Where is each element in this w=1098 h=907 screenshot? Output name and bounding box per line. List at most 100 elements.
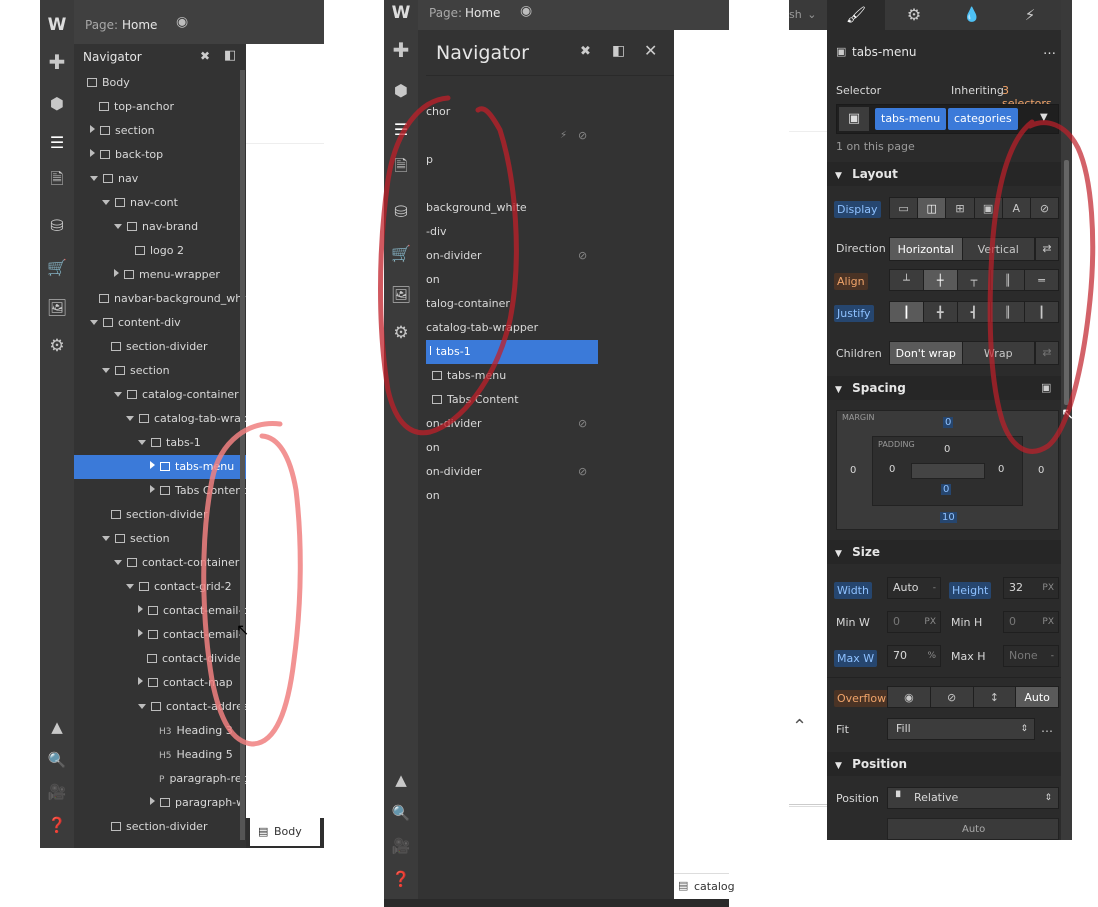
layout-section-header[interactable]: ▼ Layout bbox=[827, 162, 1061, 186]
max-h-unit[interactable]: - bbox=[1051, 646, 1054, 666]
navigator-tree-item[interactable]: tabs-menu bbox=[426, 364, 674, 388]
navigator-tree-item[interactable]: ⚡ ⊘ bbox=[426, 124, 674, 148]
min-h-unit[interactable]: PX bbox=[1042, 612, 1054, 632]
expanded-caret-icon[interactable] bbox=[90, 320, 98, 325]
selector-chip-tabs-menu[interactable]: tabs-menu bbox=[875, 108, 947, 130]
navigator-tree-item[interactable]: contact-email-l bbox=[74, 623, 246, 647]
add-icon[interactable]: ✚ bbox=[389, 38, 413, 62]
preview-eye-icon[interactable]: ◉ bbox=[176, 14, 188, 30]
navigator-tree-item[interactable]: tabs-menu bbox=[74, 455, 246, 479]
display-none-icon[interactable]: ⊘ bbox=[1031, 198, 1058, 218]
align-start-icon[interactable]: ┴ bbox=[890, 270, 924, 290]
cms-icon[interactable]: ⛁ bbox=[389, 199, 413, 223]
justify-space-around-icon[interactable]: ┃ bbox=[1025, 302, 1058, 322]
navigator-tree-item[interactable]: Pparagraph-reg bbox=[74, 767, 246, 791]
more-options-icon[interactable]: … bbox=[1043, 43, 1056, 58]
navigator-tree-item[interactable]: nav-cont bbox=[74, 191, 246, 215]
navigator-tree-item[interactable]: section bbox=[74, 359, 246, 383]
expanded-caret-icon[interactable] bbox=[126, 416, 134, 421]
preview-eye-icon[interactable]: ◉ bbox=[520, 3, 532, 19]
breadcrumb-label[interactable]: catalog bbox=[694, 880, 735, 893]
tab-interactions[interactable]: 💧 bbox=[943, 0, 1001, 30]
navigator-tree-item[interactable]: H5 Heading 5 bbox=[74, 743, 246, 767]
navigator-tree-item[interactable]: Body bbox=[74, 71, 246, 95]
align-stretch-icon[interactable]: ║ bbox=[991, 270, 1026, 290]
tab-lightning[interactable]: ⚡ bbox=[1001, 0, 1059, 30]
settings-icon[interactable]: ⚙ bbox=[45, 334, 69, 358]
align-baseline-icon[interactable]: ═ bbox=[1025, 270, 1058, 290]
align-end-icon[interactable]: ┬ bbox=[958, 270, 992, 290]
display-grid-icon[interactable]: ⊞ bbox=[946, 198, 975, 218]
expanded-caret-icon[interactable] bbox=[102, 536, 110, 541]
expanded-caret-icon[interactable] bbox=[138, 704, 146, 709]
navigator-tree-item[interactable]: tabs-1 bbox=[74, 431, 246, 455]
navigator-tree-item[interactable]: navbar-background_white bbox=[74, 287, 246, 311]
navigator-tree-item[interactable]: nav bbox=[74, 167, 246, 191]
pages-icon[interactable]: 🗎 bbox=[389, 156, 413, 180]
collapsed-caret-icon[interactable] bbox=[150, 461, 155, 469]
hidden-eye-icon[interactable]: ⊘ bbox=[578, 124, 587, 148]
selector-chip-categories[interactable]: categories bbox=[948, 108, 1018, 130]
navigator-tree-item[interactable]: contact-container bbox=[74, 551, 246, 575]
navigator-tree-item[interactable]: -div bbox=[426, 220, 674, 244]
expanded-caret-icon[interactable] bbox=[102, 200, 110, 205]
direction-vertical[interactable]: Vertical bbox=[963, 238, 1035, 260]
navigator-tree-item[interactable]: back-top bbox=[74, 143, 246, 167]
publish-fragment[interactable]: sh ⌄ bbox=[789, 0, 827, 30]
padding-right-value[interactable]: 0 bbox=[998, 464, 1004, 475]
collapsed-caret-icon[interactable] bbox=[114, 269, 119, 277]
page-name[interactable]: Home bbox=[122, 18, 157, 32]
selector-field[interactable]: ▣ tabs-menu categories ▼ bbox=[836, 104, 1059, 134]
dont-wrap-option[interactable]: Don't wrap bbox=[890, 342, 963, 364]
style-panel-scroll-thumb[interactable] bbox=[1064, 160, 1069, 405]
navigator-tree-item[interactable]: section bbox=[74, 119, 246, 143]
width-unit[interactable]: - bbox=[933, 578, 936, 598]
collapsed-caret-icon[interactable] bbox=[90, 149, 95, 157]
add-icon[interactable]: ✚ bbox=[45, 50, 69, 74]
navigator-tree-item[interactable]: contact-map bbox=[74, 671, 246, 695]
expanded-caret-icon[interactable] bbox=[138, 440, 146, 445]
lightning-icon[interactable]: ⚡ bbox=[560, 124, 567, 148]
navigator-tree-item[interactable]: Tabs Content bbox=[74, 479, 246, 503]
min-w-unit[interactable]: PX bbox=[924, 612, 936, 632]
reverse-wrap-icon[interactable]: ⇄ bbox=[1035, 341, 1059, 365]
navigator-tree-item[interactable]: contact-grid-2 bbox=[74, 575, 246, 599]
navigator-tree-item[interactable]: on-divider ⊘ bbox=[426, 412, 674, 436]
hidden-eye-icon[interactable]: ⊘ bbox=[578, 460, 587, 484]
height-unit[interactable]: PX bbox=[1042, 578, 1054, 598]
max-h-input[interactable]: None - bbox=[1003, 645, 1059, 667]
reverse-direction-icon[interactable]: ⇄ bbox=[1035, 237, 1059, 261]
navigator-icon[interactable]: ☰ bbox=[45, 130, 69, 154]
expanded-caret-icon[interactable] bbox=[102, 368, 110, 373]
collapsed-caret-icon[interactable] bbox=[90, 125, 95, 133]
navigator-tree-item[interactable]: logo 2 bbox=[74, 239, 246, 263]
navigator-tree-item[interactable] bbox=[426, 172, 674, 196]
video-tutorials-icon[interactable]: 🎥 bbox=[389, 834, 413, 858]
justify-end-icon[interactable]: ┫ bbox=[958, 302, 992, 322]
assets-icon[interactable]: 🖼 bbox=[45, 295, 69, 319]
justify-center-icon[interactable]: ╋ bbox=[924, 302, 958, 322]
selector-icon[interactable]: ▣ bbox=[839, 107, 869, 131]
collapsed-caret-icon[interactable] bbox=[138, 677, 143, 685]
close-icon[interactable]: ✕ bbox=[644, 41, 657, 60]
audit-icon[interactable]: ▲ bbox=[389, 768, 413, 792]
max-w-input[interactable]: 70 % bbox=[887, 645, 941, 667]
collapsed-caret-icon[interactable] bbox=[150, 797, 155, 805]
webflow-logo-icon[interactable]: W bbox=[45, 13, 69, 37]
navigator-tree-item[interactable]: contact-email-co bbox=[74, 599, 246, 623]
collapse-all-icon[interactable]: ✖ bbox=[200, 49, 210, 63]
audit-icon[interactable]: ▲ bbox=[45, 715, 69, 739]
tab-settings[interactable]: ⚙ bbox=[885, 0, 943, 30]
align-center-icon[interactable]: ┼ bbox=[923, 270, 958, 290]
expanded-caret-icon[interactable] bbox=[114, 560, 122, 565]
navigator-tree-item[interactable]: on bbox=[426, 268, 674, 292]
collapsed-caret-icon[interactable] bbox=[150, 485, 155, 493]
position-select[interactable]: ▘ Relative ⇕ bbox=[887, 787, 1059, 809]
navigator-tree-item[interactable]: chor bbox=[426, 100, 674, 124]
navigator-tree-item[interactable]: p bbox=[426, 148, 674, 172]
margin-bottom-value[interactable]: 10 bbox=[940, 512, 957, 523]
justify-start-icon[interactable]: ┃ bbox=[890, 302, 924, 322]
navigator-tree-item[interactable]: talog-container bbox=[426, 292, 674, 316]
position-section-header[interactable]: ▼ Position bbox=[827, 752, 1061, 776]
cube-icon[interactable]: ⬢ bbox=[45, 91, 69, 115]
